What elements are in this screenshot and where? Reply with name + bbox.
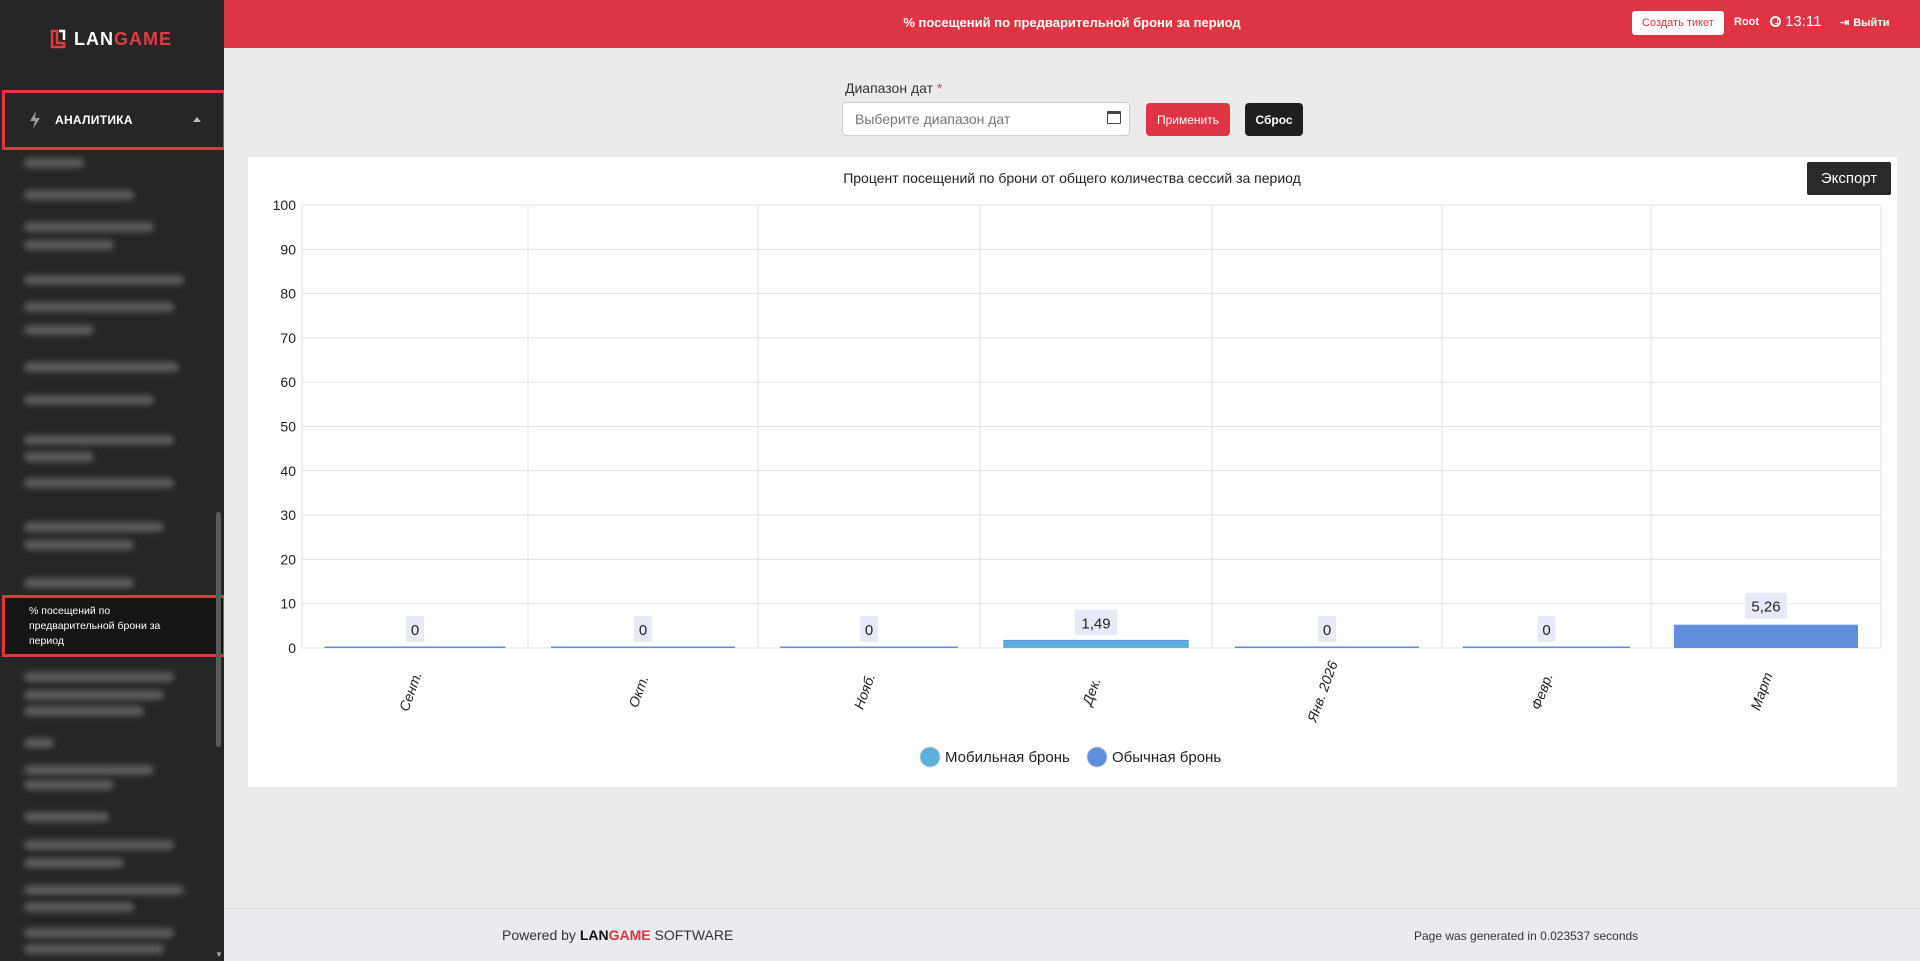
x-tick-label: Февр. xyxy=(1528,671,1556,712)
reset-button[interactable]: Сброс xyxy=(1245,103,1303,136)
sidebar-item-obscured[interactable] xyxy=(24,690,164,700)
y-tick-label: 90 xyxy=(280,241,296,257)
bar-regular xyxy=(551,646,735,648)
logout-link[interactable]: ⇥ Выйти xyxy=(1840,16,1890,30)
sidebar-item-obscured[interactable] xyxy=(24,812,109,822)
data-label: 5,26 xyxy=(1751,599,1780,616)
scroll-down-arrow-icon[interactable]: ▼ xyxy=(215,950,223,959)
x-tick-label: Окт. xyxy=(625,673,651,710)
y-tick-label: 30 xyxy=(280,507,296,523)
bar-chart: Процент посещений по брони от общего кол… xyxy=(273,170,1882,768)
sidebar: LANGAME АНАЛИТИКА % посещений по предвар… xyxy=(0,0,224,961)
sidebar-item-obscured[interactable] xyxy=(24,478,174,488)
clock: 13:11 xyxy=(1770,13,1821,30)
bar-regular xyxy=(324,646,506,648)
clock-time: 13:11 xyxy=(1785,13,1822,30)
sidebar-item-obscured[interactable] xyxy=(24,765,154,775)
x-tick-label: Янв. 2026 xyxy=(1304,659,1341,725)
sidebar-item-obscured[interactable] xyxy=(24,885,184,895)
y-tick-label: 0 xyxy=(288,640,296,656)
sidebar-item-booking-visits[interactable]: % посещений по предварительной брони за … xyxy=(2,595,224,657)
sidebar-item-obscured[interactable] xyxy=(24,362,179,372)
bar-regular xyxy=(780,646,958,648)
y-tick-label: 100 xyxy=(273,197,297,213)
sidebar-item-obscured[interactable] xyxy=(24,928,174,938)
sidebar-scrollbar[interactable] xyxy=(216,512,221,747)
data-label: 0 xyxy=(411,622,419,639)
sidebar-item-obscured[interactable] xyxy=(24,452,94,462)
sidebar-item-obscured[interactable] xyxy=(24,302,174,312)
footer: Powered by LANGAME SOFTWARE Page was gen… xyxy=(224,908,1920,961)
sidebar-item-obscured[interactable] xyxy=(24,840,174,850)
sidebar-item-obscured[interactable] xyxy=(24,435,174,445)
sidebar-item-obscured[interactable] xyxy=(24,738,54,748)
sidebar-item-obscured[interactable] xyxy=(24,222,154,232)
sidebar-item-obscured[interactable] xyxy=(24,540,134,550)
x-tick-label: Нояб. xyxy=(850,671,878,711)
sidebar-item-obscured[interactable] xyxy=(24,522,164,532)
sidebar-item-obscured[interactable] xyxy=(24,944,164,954)
y-tick-label: 40 xyxy=(280,463,296,479)
data-label: 0 xyxy=(1323,622,1331,639)
powered-by: Powered by LANGAME SOFTWARE xyxy=(502,927,734,943)
lightning-icon xyxy=(30,111,40,129)
date-range-input[interactable] xyxy=(842,102,1130,136)
sidebar-item-obscured[interactable] xyxy=(24,706,144,716)
data-label: 0 xyxy=(865,622,873,639)
legend-swatch xyxy=(1086,746,1108,768)
sidebar-item-obscured[interactable] xyxy=(24,190,134,200)
y-tick-label: 60 xyxy=(280,374,296,390)
x-tick-label: Дек. xyxy=(1078,675,1103,709)
apply-button[interactable]: Применить xyxy=(1146,103,1230,136)
legend-label: Мобильная бронь xyxy=(945,749,1070,766)
y-tick-label: 70 xyxy=(280,330,296,346)
calendar-icon[interactable] xyxy=(1107,111,1121,124)
export-button[interactable]: Экспорт xyxy=(1807,162,1891,195)
bar-mobile xyxy=(1003,641,1189,648)
logo-text: LANGAME xyxy=(74,28,172,49)
y-tick-label: 10 xyxy=(280,596,296,612)
sidebar-group-label: АНАЛИТИКА xyxy=(55,113,133,127)
sidebar-item-label: % посещений по предварительной брони за … xyxy=(29,605,161,647)
caret-up-icon xyxy=(193,117,201,122)
sidebar-item-obscured[interactable] xyxy=(24,158,84,168)
x-tick-label: Сент. xyxy=(396,669,425,713)
sidebar-item-obscured[interactable] xyxy=(24,240,114,250)
data-label: 1,49 xyxy=(1081,615,1110,632)
bar-regular xyxy=(1003,639,1189,642)
sidebar-group-analytics[interactable]: АНАЛИТИКА xyxy=(2,90,224,150)
sidebar-item-obscured[interactable] xyxy=(24,858,124,868)
logout-icon: ⇥ xyxy=(1840,17,1850,29)
logout-label: Выйти xyxy=(1853,16,1890,29)
sidebar-item-obscured[interactable] xyxy=(24,578,134,588)
legend-label: Обычная бронь xyxy=(1112,749,1221,766)
legend-swatch xyxy=(919,746,941,768)
sidebar-item-obscured[interactable] xyxy=(24,275,184,285)
y-tick-label: 80 xyxy=(280,286,296,302)
user-name[interactable]: Root xyxy=(1734,16,1759,28)
bar-regular xyxy=(1462,646,1631,648)
sidebar-item-obscured[interactable] xyxy=(24,395,154,405)
sidebar-item-obscured[interactable] xyxy=(24,672,174,682)
date-range-label: Диапазон дат * xyxy=(845,80,943,96)
bar-regular xyxy=(1235,646,1419,648)
chart-title: Процент посещений по брони от общего кол… xyxy=(843,170,1301,186)
generation-time: Page was generated in 0.023537 seconds xyxy=(1414,929,1639,943)
create-ticket-button[interactable]: Создать тикет xyxy=(1632,11,1724,35)
y-tick-label: 50 xyxy=(280,419,296,435)
data-label: 0 xyxy=(639,622,647,639)
logo[interactable]: LANGAME xyxy=(48,28,172,50)
sidebar-item-obscured[interactable] xyxy=(24,902,134,912)
y-tick-label: 20 xyxy=(280,551,296,567)
sidebar-item-obscured[interactable] xyxy=(24,780,114,790)
bar-regular xyxy=(1674,624,1858,648)
x-tick-label: Март xyxy=(1747,670,1776,712)
langame-logo-icon xyxy=(50,29,66,49)
clock-icon xyxy=(1770,16,1781,27)
sidebar-item-obscured[interactable] xyxy=(24,325,94,335)
top-bar: % посещений по предварительной брони за … xyxy=(224,0,1920,48)
data-label: 0 xyxy=(1542,622,1550,639)
